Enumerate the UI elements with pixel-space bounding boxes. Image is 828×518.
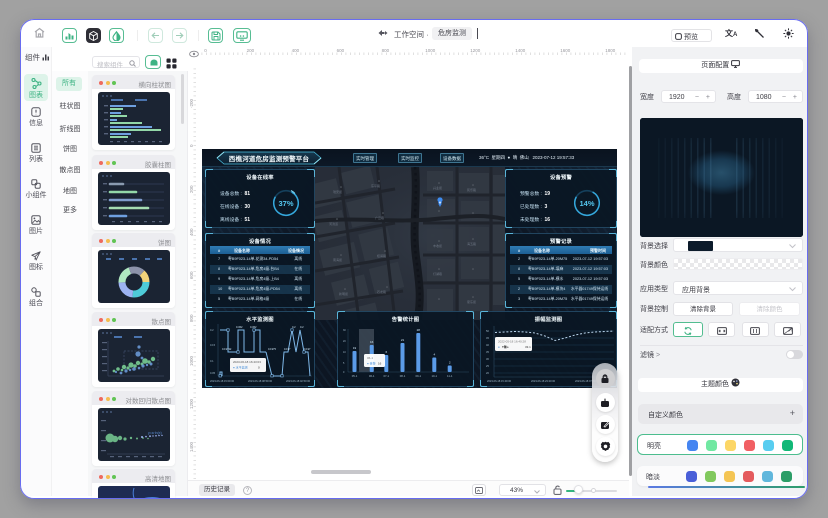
svg-text:14%: 14%: [579, 199, 594, 208]
svg-text:广云巷: 广云巷: [375, 215, 384, 220]
svg-text:10: 10: [343, 351, 346, 354]
svg-text:兴业街: 兴业街: [433, 185, 442, 190]
svg-text:30: 30: [343, 329, 346, 332]
svg-text:2023-06-18 23:20:00: 2023-06-18 23:20:00: [531, 379, 556, 383]
svg-text:0.05: 0.05: [210, 371, 216, 375]
svg-text:2023-06-18 15:49:00: 2023-06-18 15:49:00: [487, 379, 512, 383]
svg-text:0.2: 0.2: [210, 328, 214, 332]
svg-text:08-1: 08-1: [400, 374, 406, 378]
svg-text:16: 16: [370, 340, 374, 344]
svg-text:0.15: 0.15: [210, 343, 216, 347]
svg-text:东平路: 东平路: [371, 183, 380, 188]
svg-text:2023-06-18 16:43:03: 2023-06-18 16:43:03: [233, 360, 261, 364]
svg-text:y=a·ln(x): y=a·ln(x): [148, 431, 162, 435]
svg-text:瑞安街: 瑞安街: [333, 189, 342, 194]
svg-text:夏东街: 夏东街: [467, 299, 476, 304]
svg-text:07-1: 07-1: [383, 374, 389, 378]
svg-text:丰收街: 丰收街: [433, 243, 442, 248]
svg-text:石龙路: 石龙路: [377, 289, 386, 294]
svg-text:09-1: 09-1: [415, 374, 421, 378]
svg-text:0.19732: 0.19732: [222, 347, 232, 351]
svg-text:16: 16: [378, 362, 382, 366]
svg-text:0.197: 0.197: [304, 347, 311, 351]
svg-text:06-1: 06-1: [369, 374, 375, 378]
svg-text:0.362: 0.362: [250, 325, 257, 329]
svg-text:2022-05-18 16:40:28: 2022-05-18 16:40:28: [498, 340, 526, 344]
svg-text:2: 2: [449, 361, 451, 365]
svg-text:45: 45: [486, 336, 489, 340]
svg-text:0: 0: [343, 371, 345, 374]
svg-text:灯湖巷: 灯湖巷: [433, 271, 442, 276]
svg-text:50: 50: [486, 329, 489, 333]
svg-text:河滨道: 河滨道: [329, 221, 338, 226]
svg-text:21: 21: [401, 338, 405, 342]
svg-text:● 告警: ● 告警: [367, 361, 376, 366]
svg-text:0.1: 0.1: [210, 359, 214, 363]
svg-text:10-1: 10-1: [431, 374, 437, 378]
svg-text:35: 35: [486, 350, 489, 354]
svg-text:海五路: 海五路: [467, 241, 476, 246]
svg-text:11-1: 11-1: [447, 374, 453, 378]
svg-text:0.1975: 0.1975: [268, 347, 276, 351]
svg-text:6: 6: [385, 350, 387, 354]
svg-text:南海街: 南海街: [333, 257, 342, 262]
svg-text:0.197: 0.197: [284, 347, 291, 351]
svg-text:05-1: 05-1: [352, 374, 358, 378]
svg-text:桂澜路: 桂澜路: [377, 253, 386, 258]
svg-text:40: 40: [486, 343, 489, 347]
svg-text:新明街: 新明街: [339, 291, 348, 296]
svg-text:19: 19: [353, 346, 357, 350]
svg-text:28: 28: [417, 328, 421, 332]
svg-text:20: 20: [343, 340, 346, 343]
svg-text:●: ●: [498, 345, 500, 349]
svg-text:0.2: 0.2: [292, 325, 296, 329]
svg-text:20: 20: [486, 371, 489, 375]
svg-text:30: 30: [486, 357, 489, 361]
svg-text:民乐路: 民乐路: [467, 187, 476, 192]
svg-text:0.362: 0.362: [236, 325, 243, 329]
svg-text:● 水平监测: ● 水平监测: [233, 365, 248, 370]
svg-text:25: 25: [486, 364, 489, 368]
svg-text:2023-06-18 15:09:00: 2023-06-18 15:09:00: [210, 379, 235, 383]
svg-text:37%: 37%: [278, 199, 293, 208]
svg-text:4: 4: [433, 353, 435, 357]
svg-text:33.1: 33.1: [525, 345, 531, 349]
svg-text:5: 5: [343, 362, 345, 365]
svg-text:T降s: T降s: [502, 344, 509, 349]
svg-text:0.2: 0.2: [300, 325, 304, 329]
svg-text:06-1: 06-1: [367, 356, 373, 360]
svg-text:2023-06-18 02:50:00: 2023-06-18 02:50:00: [286, 379, 311, 383]
svg-text:2023-06-18 08:59:00: 2023-06-18 08:59:00: [248, 379, 273, 383]
